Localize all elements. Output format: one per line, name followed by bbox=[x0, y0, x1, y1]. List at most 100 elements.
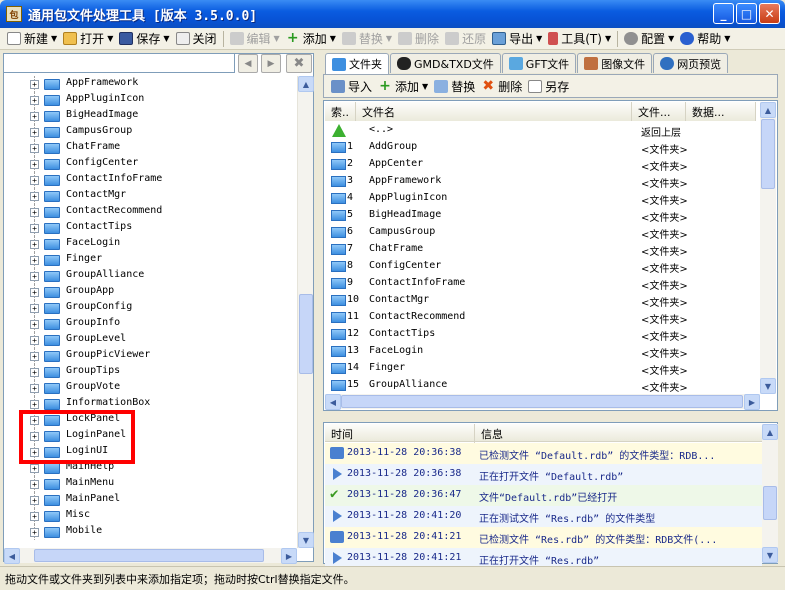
tab-folder[interactable]: 文件夹 bbox=[325, 53, 389, 74]
list-row[interactable]: 1 AddGroup <文件夹> bbox=[325, 139, 755, 156]
scroll-up-button[interactable]: ▲ bbox=[298, 76, 314, 92]
scroll-right-button[interactable]: ▶ bbox=[744, 394, 760, 410]
plus-expander-icon[interactable]: + bbox=[30, 336, 39, 345]
export-button[interactable]: 导出 ▼ bbox=[489, 29, 545, 49]
tree-node[interactable]: + CampusGroup bbox=[4, 124, 298, 140]
plus-expander-icon[interactable]: + bbox=[30, 80, 39, 89]
scroll-thumb[interactable] bbox=[34, 549, 264, 562]
maximize-button[interactable]: □ bbox=[736, 3, 757, 24]
log-row[interactable]: 2013-11-28 20:36:38 正在打开文件 “Default.rdb” bbox=[325, 464, 762, 485]
list-row[interactable]: 2 AppCenter <文件夹> bbox=[325, 156, 755, 173]
list-row[interactable]: 4 AppPluginIcon <文件夹> bbox=[325, 190, 755, 207]
tree-node[interactable]: + MainPanel bbox=[4, 492, 298, 508]
log-row[interactable]: 2013-11-28 20:41:21 已检测文件 “Res.rdb” 的文件类型… bbox=[325, 527, 762, 548]
tree-node[interactable]: + BigHeadImage bbox=[4, 108, 298, 124]
tree-node[interactable]: + GroupApp bbox=[4, 284, 298, 300]
scroll-up-button[interactable]: ▲ bbox=[762, 424, 778, 440]
scroll-down-button[interactable]: ▼ bbox=[298, 532, 314, 548]
scroll-left-button[interactable]: ◀ bbox=[4, 548, 20, 564]
plus-expander-icon[interactable]: + bbox=[30, 320, 39, 329]
log-row[interactable]: 2013-11-28 20:41:20 正在测试文件 “Res.rdb” 的文件类… bbox=[325, 506, 762, 527]
save-button[interactable]: 保存 ▼ bbox=[116, 29, 172, 49]
tree-node[interactable]: + MainMenu bbox=[4, 476, 298, 492]
tab-image[interactable]: 图像文件 bbox=[577, 53, 653, 73]
scroll-thumb[interactable] bbox=[341, 395, 743, 408]
tab-web-preview[interactable]: 网页预览 bbox=[653, 53, 729, 73]
tree-node[interactable]: + ContactRecommend bbox=[4, 204, 298, 220]
list-row[interactable]: 9 ContactInfoFrame <文件夹> bbox=[325, 275, 755, 292]
replace-button[interactable]: 替换 ▼ bbox=[339, 29, 395, 49]
tree-node[interactable]: + ChatFrame bbox=[4, 140, 298, 156]
restore-button[interactable]: 还原 bbox=[442, 29, 489, 49]
close-file-button[interactable]: 关闭 bbox=[173, 29, 220, 49]
tree-horizontal-scrollbar[interactable]: ◀ ▶ bbox=[4, 548, 297, 564]
scroll-thumb[interactable] bbox=[763, 486, 777, 520]
plus-expander-icon[interactable]: + bbox=[30, 128, 39, 137]
list-horizontal-scrollbar[interactable]: ◀ ▶ bbox=[325, 394, 760, 410]
tree-vertical-scrollbar[interactable]: ▲ ▼ bbox=[297, 76, 314, 548]
scroll-left-button[interactable]: ◀ bbox=[325, 394, 341, 410]
plus-expander-icon[interactable]: + bbox=[30, 112, 39, 121]
list-replace-button[interactable]: 替换 bbox=[431, 76, 478, 96]
plus-expander-icon[interactable]: + bbox=[30, 272, 39, 281]
plus-expander-icon[interactable]: + bbox=[30, 464, 39, 473]
list-row[interactable]: 5 BigHeadImage <文件夹> bbox=[325, 207, 755, 224]
list-row[interactable]: 3 AppFramework <文件夹> bbox=[325, 173, 755, 190]
minimize-button[interactable]: _ bbox=[713, 3, 734, 24]
back-button[interactable]: ◀ bbox=[238, 54, 258, 73]
forward-button[interactable]: ▶ bbox=[261, 54, 281, 73]
list-row[interactable]: 11 ContactRecommend <文件夹> bbox=[325, 309, 755, 326]
log-row[interactable]: ✔ 2013-11-28 20:36:47 文件“Default.rdb”已经打开 bbox=[325, 485, 762, 506]
scroll-down-button[interactable]: ▼ bbox=[762, 547, 778, 563]
list-row[interactable]: 14 Finger <文件夹> bbox=[325, 360, 755, 377]
delete-button[interactable]: 删除 bbox=[395, 29, 442, 49]
list-row[interactable]: 15 GroupAlliance <文件夹> bbox=[325, 377, 755, 394]
list-row[interactable]: 8 ConfigCenter <文件夹> bbox=[325, 258, 755, 275]
plus-expander-icon[interactable]: + bbox=[30, 304, 39, 313]
list-row[interactable]: 12 ContactTips <文件夹> bbox=[325, 326, 755, 343]
list-add-button[interactable]: + 添加 ▼ bbox=[375, 76, 431, 96]
tree-node[interactable]: + GroupAlliance bbox=[4, 268, 298, 284]
scroll-right-button[interactable]: ▶ bbox=[281, 548, 297, 564]
tree-node[interactable]: + Mobile bbox=[4, 524, 298, 540]
col-filename[interactable]: 文件名 bbox=[356, 102, 632, 121]
plus-expander-icon[interactable]: + bbox=[30, 160, 39, 169]
tree-node[interactable]: + GroupLevel bbox=[4, 332, 298, 348]
help-menu[interactable]: 帮助 ▼ bbox=[677, 29, 733, 49]
list-row[interactable]: 10 ContactMgr <文件夹> bbox=[325, 292, 755, 309]
tree-node[interactable]: + ContactTips bbox=[4, 220, 298, 236]
list-row[interactable]: 6 CampusGroup <文件夹> bbox=[325, 224, 755, 241]
plus-expander-icon[interactable]: + bbox=[30, 368, 39, 377]
list-row-up[interactable]: <..> 返回上层 bbox=[325, 122, 755, 139]
tree-node[interactable]: + ContactInfoFrame bbox=[4, 172, 298, 188]
plus-expander-icon[interactable]: + bbox=[30, 208, 39, 217]
tree-node[interactable]: + GroupPicViewer bbox=[4, 348, 298, 364]
col-data[interactable]: 数据... bbox=[686, 102, 756, 121]
col-time[interactable]: 时间 bbox=[325, 424, 475, 443]
plus-expander-icon[interactable]: + bbox=[30, 240, 39, 249]
list-vertical-scrollbar[interactable]: ▲ ▼ bbox=[760, 102, 776, 394]
scroll-thumb[interactable] bbox=[299, 294, 313, 374]
tree-node[interactable]: + ConfigCenter bbox=[4, 156, 298, 172]
path-input[interactable] bbox=[3, 53, 235, 73]
open-button[interactable]: 打开 ▼ bbox=[60, 29, 116, 49]
plus-expander-icon[interactable]: + bbox=[30, 144, 39, 153]
plus-expander-icon[interactable]: + bbox=[30, 96, 39, 105]
plus-expander-icon[interactable]: + bbox=[30, 496, 39, 505]
scroll-down-button[interactable]: ▼ bbox=[760, 378, 776, 394]
tree-node[interactable]: + GroupConfig bbox=[4, 300, 298, 316]
tools-menu[interactable]: 工具(T) ▼ bbox=[545, 29, 614, 49]
plus-expander-icon[interactable]: + bbox=[30, 480, 39, 489]
plus-expander-icon[interactable]: + bbox=[30, 224, 39, 233]
tree-node[interactable]: + AppFramework bbox=[4, 76, 298, 92]
tree-node[interactable]: + GroupVote bbox=[4, 380, 298, 396]
edit-button[interactable]: 编辑 ▼ bbox=[227, 29, 283, 49]
plus-expander-icon[interactable]: + bbox=[30, 176, 39, 185]
new-button[interactable]: 新建 ▼ bbox=[4, 29, 60, 49]
tree-node[interactable]: + Finger bbox=[4, 252, 298, 268]
add-button[interactable]: + 添加 ▼ bbox=[283, 29, 339, 49]
tab-gft[interactable]: GFT文件 bbox=[501, 53, 577, 73]
list-row[interactable]: 7 ChatFrame <文件夹> bbox=[325, 241, 755, 258]
col-index[interactable]: 索.. bbox=[325, 102, 356, 121]
import-button[interactable]: 导入 bbox=[328, 76, 375, 96]
